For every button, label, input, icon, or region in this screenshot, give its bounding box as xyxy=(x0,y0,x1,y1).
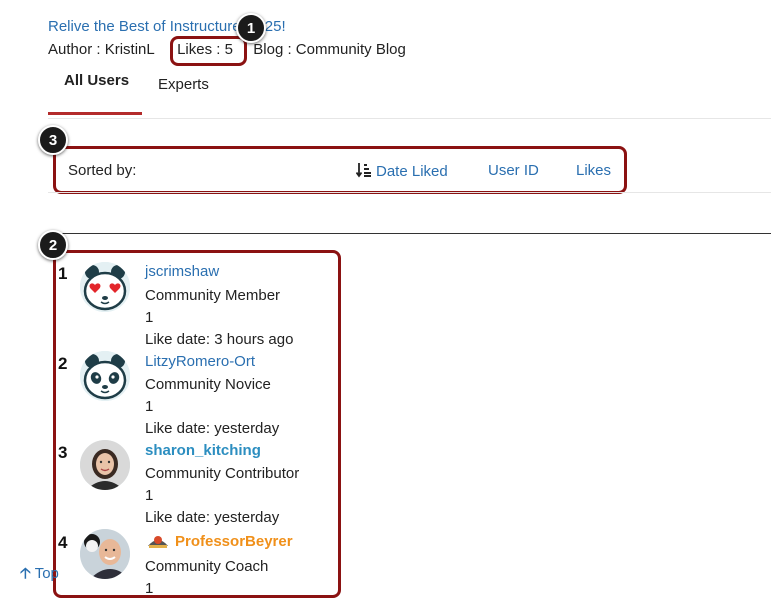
callout-badge-3: 3 xyxy=(38,125,68,155)
sort-option-likes[interactable]: Likes xyxy=(576,162,611,179)
user-like-count: 1 xyxy=(145,580,154,597)
like-date: Like date: yesterday xyxy=(145,509,280,526)
tabs-divider xyxy=(48,118,771,119)
sort-label: Sorted by: xyxy=(68,162,137,179)
user-name-link[interactable]: sharon_kitching xyxy=(145,442,261,459)
user-name-link[interactable]: LitzyRomero-Ort xyxy=(145,353,255,370)
rank-number: 1 xyxy=(58,264,68,283)
user-name-link[interactable]: ProfessorBeyrer xyxy=(175,533,293,550)
sort-highlight-box xyxy=(53,146,627,194)
list-top-divider xyxy=(48,233,771,234)
user-rank-label: Community Novice xyxy=(145,376,271,393)
user-name-link[interactable]: jscrimshaw xyxy=(145,263,219,280)
like-date: Like date: 3 hours ago xyxy=(145,331,294,348)
user-rank-label: Community Member xyxy=(145,287,281,304)
author-text: Author : KristinL xyxy=(48,41,155,58)
avatar[interactable] xyxy=(80,351,130,401)
avatar[interactable] xyxy=(80,440,130,490)
sort-row-divider xyxy=(48,192,771,193)
user-like-count: 1 xyxy=(145,398,154,415)
avatar[interactable] xyxy=(80,529,130,579)
avatar[interactable] xyxy=(80,262,130,312)
blog-text: Blog : Community Blog xyxy=(253,41,406,58)
active-tab-indicator xyxy=(48,112,142,115)
sort-option-date-liked[interactable]: Date Liked xyxy=(355,162,448,182)
rank-number: 2 xyxy=(58,354,68,373)
sort-descending-icon xyxy=(355,162,372,182)
sort-option-user-id[interactable]: User ID xyxy=(488,162,539,179)
tab-all-users[interactable]: All Users xyxy=(64,72,129,89)
coach-badge-icon xyxy=(146,532,170,555)
user-like-count: 1 xyxy=(145,487,154,504)
callout-badge-2: 2 xyxy=(38,230,68,260)
likes-highlight-box xyxy=(170,36,247,66)
rank-number: 3 xyxy=(58,443,68,462)
user-like-count: 1 xyxy=(145,309,154,326)
sort-option-date-liked-label: Date Liked xyxy=(376,163,448,180)
callout-badge-1: 1 xyxy=(236,13,266,43)
arrow-up-icon: 🡡 xyxy=(20,565,31,582)
user-rank-label: Community Coach xyxy=(145,558,269,575)
back-to-top-link[interactable]: 🡡 Top xyxy=(20,563,59,588)
like-date: Like date: yesterday xyxy=(145,420,280,437)
rank-number: 4 xyxy=(58,533,68,552)
user-rank-label: Community Contributor xyxy=(145,465,300,482)
tab-experts[interactable]: Experts xyxy=(158,76,209,93)
back-to-top-label: Top xyxy=(34,565,59,582)
